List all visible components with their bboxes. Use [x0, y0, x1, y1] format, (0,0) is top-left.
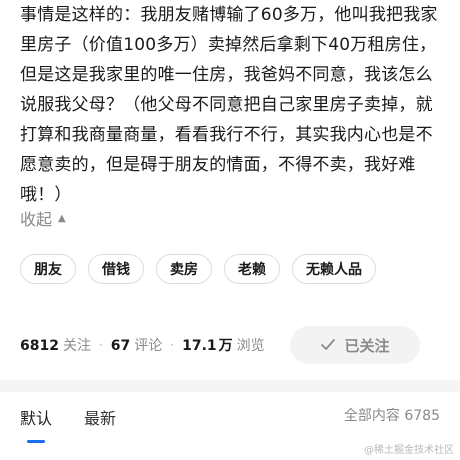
tag-rogue-character[interactable]: 无赖人品 — [292, 254, 376, 284]
tab-default[interactable]: 默认 — [20, 395, 53, 443]
views-stat: 17.1 万 浏览 — [182, 335, 265, 355]
followed-button[interactable]: 已关注 — [290, 326, 420, 364]
followers-count: 6812 — [20, 338, 59, 354]
topic-tags: 朋友 借钱 卖房 老赖 无赖人品 — [20, 254, 376, 284]
all-content-label: 全部内容 — [343, 408, 400, 424]
tab-default-label: 默认 — [20, 409, 53, 428]
separator-dot: · — [98, 338, 103, 352]
collapse-label: 收起 — [20, 210, 53, 229]
all-content-count: 全部内容 6785 — [344, 405, 440, 425]
question-stats: 6812 关注 · 67 评论 · 17.1 万 浏览 已关注 — [20, 326, 440, 364]
tag-sell-house[interactable]: 卖房 — [156, 254, 212, 284]
collapse-toggle[interactable]: 收起 ▲ — [20, 204, 66, 232]
tag-borrow-money[interactable]: 借钱 — [88, 254, 144, 284]
followers-stat[interactable]: 6812 关注 — [20, 335, 91, 355]
comments-stat[interactable]: 67 评论 — [111, 335, 162, 355]
followers-label: 关注 — [62, 338, 91, 354]
tag-deadbeat[interactable]: 老赖 — [224, 254, 280, 284]
watermark: @稀土掘金技术社区 — [364, 445, 454, 456]
separator-dot: · — [170, 338, 175, 352]
tab-latest-label: 最新 — [84, 409, 117, 428]
active-tab-indicator — [27, 440, 45, 443]
section-divider — [0, 380, 460, 392]
check-icon — [320, 337, 336, 353]
caret-up-icon: ▲ — [58, 212, 66, 224]
comments-count: 67 — [110, 338, 131, 354]
views-count: 17.1 — [182, 338, 217, 354]
views-unit: 万 — [218, 338, 233, 354]
question-body: 事情是这样的：我朋友赌博输了60多万，他叫我把我家里房子（价值100多万）卖掉然… — [20, 5, 438, 205]
tag-friend[interactable]: 朋友 — [20, 254, 76, 284]
tab-latest[interactable]: 最新 — [84, 395, 116, 439]
views-label: 浏览 — [236, 338, 265, 354]
comments-label: 评论 — [134, 338, 163, 354]
followed-label: 已关注 — [344, 336, 390, 355]
all-content-number: 6785 — [404, 408, 440, 424]
